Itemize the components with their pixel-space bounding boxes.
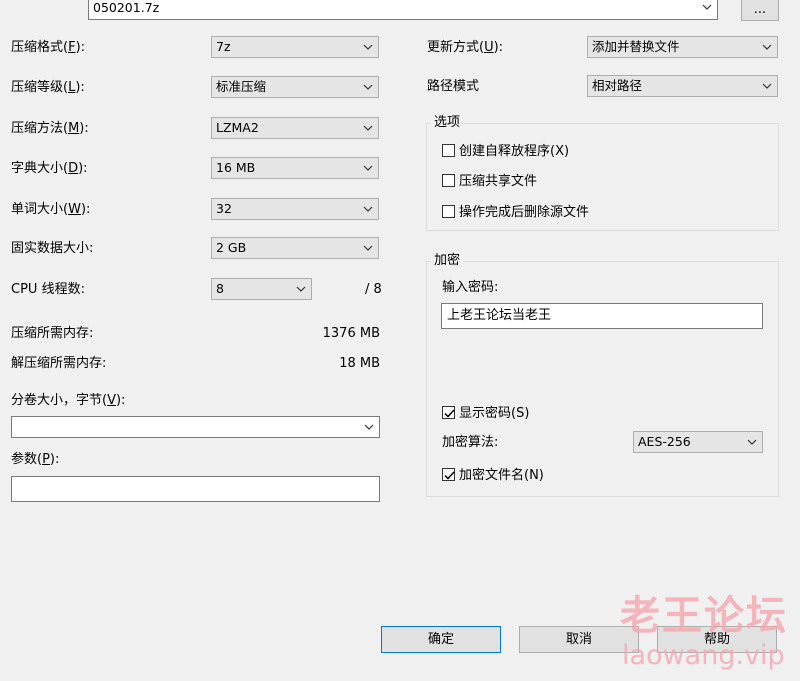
dict-label: 字典大小(D): [11, 161, 88, 176]
shared-checkbox[interactable] [442, 174, 455, 187]
threads-max: / 8 [365, 282, 382, 297]
chevron-down-icon [363, 244, 373, 252]
dict-select[interactable]: 16 MB [211, 157, 379, 179]
watermark-title: 老王论坛 [620, 593, 788, 639]
params-input[interactable] [11, 476, 380, 502]
sfx-checkbox-row[interactable]: 创建自释放程序(X) [442, 144, 569, 160]
path-select[interactable]: 相对路径 [587, 75, 778, 97]
chevron-down-icon [363, 43, 373, 51]
password-label: 输入密码: [442, 280, 499, 295]
archive-filename-combo[interactable]: 050201.7z [88, 0, 718, 20]
encryption-method-select[interactable]: AES-256 [633, 431, 763, 453]
word-select[interactable]: 32 [211, 198, 379, 220]
update-label: 更新方式(U): [427, 40, 504, 55]
delete-checkbox-row[interactable]: 操作完成后删除源文件 [442, 205, 589, 221]
shared-checkbox-row[interactable]: 压缩共享文件 [442, 174, 537, 190]
volume-combo[interactable] [11, 416, 380, 438]
chevron-down-icon [363, 83, 373, 91]
chevron-down-icon [747, 438, 757, 446]
chevron-down-icon [363, 164, 373, 172]
threads-label: CPU 线程数: [11, 282, 85, 297]
delete-checkbox[interactable] [442, 205, 455, 218]
options-group-title: 选项 [431, 115, 464, 131]
checkmark-icon [444, 471, 455, 480]
password-input[interactable]: 上老王论坛当老王 [441, 303, 763, 329]
mem-compress-value: 1376 MB [322, 326, 380, 341]
chevron-down-icon [762, 43, 772, 51]
checkmark-icon [444, 409, 455, 418]
solid-label: 固实数据大小: [11, 241, 94, 256]
watermark-url: laowang.vip [622, 640, 785, 671]
show-password-checkbox-row[interactable]: 显示密码(S) [442, 406, 529, 422]
encrypt-names-checkbox-row[interactable]: 加密文件名(N) [442, 468, 544, 484]
ok-button[interactable]: 确定 [381, 626, 501, 653]
chevron-down-icon [363, 205, 373, 213]
sfx-checkbox[interactable] [442, 144, 455, 157]
solid-select[interactable]: 2 GB [211, 237, 379, 259]
chevron-down-icon [762, 82, 772, 90]
chevron-down-icon [364, 423, 374, 431]
format-select[interactable]: 7z [211, 36, 379, 58]
encrypt-names-checkbox[interactable] [442, 468, 455, 481]
archive-filename-text: 050201.7z [93, 0, 160, 15]
browse-button[interactable]: ... [741, 0, 779, 21]
level-label: 压缩等级(L): [11, 80, 85, 95]
encryption-group-title: 加密 [431, 253, 464, 269]
chevron-down-icon [296, 285, 306, 293]
update-select[interactable]: 添加并替换文件 [587, 36, 778, 58]
method-select[interactable]: LZMA2 [211, 117, 379, 139]
encryption-method-label: 加密算法: [442, 435, 499, 450]
show-password-checkbox[interactable] [442, 406, 455, 419]
mem-decompress-value: 18 MB [339, 356, 380, 371]
mem-compress-label: 压缩所需内存: [11, 326, 94, 341]
path-label: 路径模式 [427, 79, 480, 94]
chevron-down-icon [363, 124, 373, 132]
volume-label: 分卷大小，字节(V): [11, 393, 126, 408]
encryption-group [426, 261, 779, 497]
threads-select[interactable]: 8 [211, 278, 312, 300]
mem-decompress-label: 解压缩所需内存: [11, 356, 107, 371]
word-label: 单词大小(W): [11, 202, 91, 217]
chevron-down-icon [702, 3, 712, 11]
method-label: 压缩方法(M): [11, 121, 89, 136]
format-label: 压缩格式(F): [11, 40, 86, 55]
params-label: 参数(P): [11, 452, 60, 467]
level-select[interactable]: 标准压缩 [211, 76, 379, 98]
